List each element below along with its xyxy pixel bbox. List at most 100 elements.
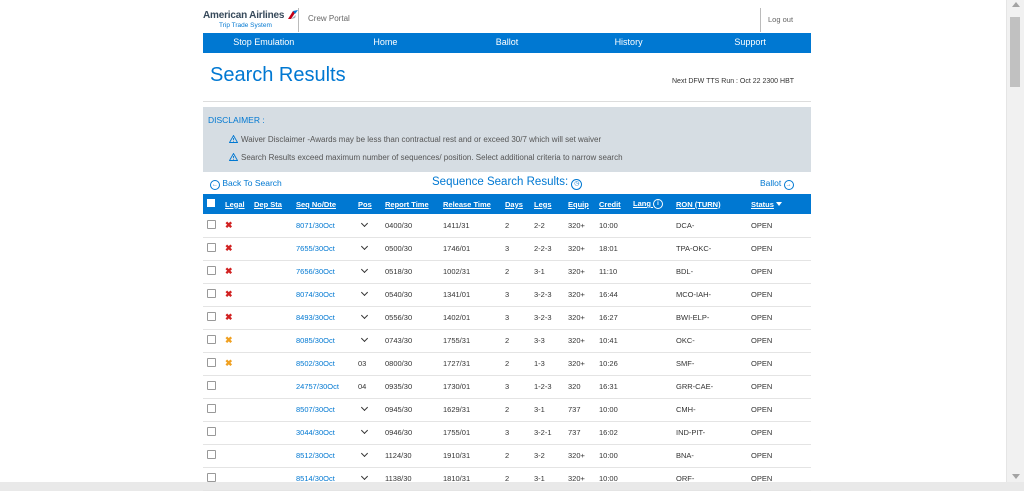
chevron-down-icon[interactable]	[360, 219, 369, 227]
warning-icon	[229, 135, 238, 143]
cell-seq[interactable]: 8085/30Oct	[294, 329, 356, 352]
cell-seq[interactable]: 8493/30Oct	[294, 306, 356, 329]
seq-link[interactable]: 7655/30Oct	[296, 244, 335, 253]
row-checkbox[interactable]	[207, 266, 216, 275]
cell-pos	[356, 467, 383, 490]
col-header-ron[interactable]: RON (TURN)	[674, 194, 749, 214]
cell-seq[interactable]: 8071/30Oct	[294, 214, 356, 237]
cell-equip: 737	[568, 405, 581, 414]
row-checkbox[interactable]	[207, 473, 216, 482]
col-header-status[interactable]: Status	[749, 194, 811, 214]
row-checkbox[interactable]	[207, 335, 216, 344]
cell-seq[interactable]: 3044/30Oct	[294, 421, 356, 444]
seq-link[interactable]: 8071/30Oct	[296, 221, 335, 230]
row-checkbox[interactable]	[207, 358, 216, 367]
cell-status: OPEN	[751, 405, 773, 414]
row-checkbox[interactable]	[207, 404, 216, 413]
col-header-report-time[interactable]: Report Time	[383, 194, 441, 214]
cell-pos	[356, 260, 383, 283]
cell-dep-sta	[252, 306, 294, 329]
col-header-pos[interactable]: Pos	[356, 194, 383, 214]
main-nav: Stop Emulation Home Ballot History Suppo…	[203, 33, 811, 53]
cell-seq[interactable]: 8502/30Oct	[294, 352, 356, 375]
row-checkbox[interactable]	[207, 219, 216, 229]
col-header-lang[interactable]: Lang i	[631, 194, 674, 214]
cell-credit: 18:01	[599, 244, 618, 253]
cell-status: OPEN	[751, 451, 773, 460]
row-checkbox[interactable]	[207, 427, 216, 436]
col-header-equip[interactable]: Equip	[566, 194, 597, 214]
cell-days: 2	[505, 267, 510, 276]
chevron-down-icon[interactable]	[360, 334, 369, 343]
chevron-down-icon[interactable]	[360, 403, 369, 412]
row-checkbox[interactable]	[207, 450, 216, 459]
cell-seq[interactable]: 8507/30Oct	[294, 398, 356, 421]
back-to-search-link[interactable]: ← Back To Search	[210, 178, 282, 190]
cell-credit: 10:00	[599, 451, 618, 460]
logout-link[interactable]: Log out	[768, 15, 793, 24]
cell-seq[interactable]: 8514/30Oct	[294, 467, 356, 490]
seq-link[interactable]: 7656/30Oct	[296, 267, 335, 276]
nav-ballot[interactable]: Ballot	[446, 33, 568, 53]
cell-seq[interactable]: 8074/30Oct	[294, 283, 356, 306]
cell-release: 1629/31	[443, 405, 471, 414]
seq-link[interactable]: 3044/30Oct	[296, 428, 335, 437]
row-checkbox[interactable]	[207, 289, 216, 298]
row-checkbox[interactable]	[207, 312, 216, 321]
col-header-legs[interactable]: Legs	[532, 194, 566, 214]
cell-seq[interactable]: 7656/30Oct	[294, 260, 356, 283]
nav-home[interactable]: Home	[325, 33, 447, 53]
ballot-link[interactable]: Ballot →	[760, 178, 794, 190]
cell-pos: 03	[356, 352, 383, 375]
seq-link[interactable]: 24757/30Oct	[296, 382, 339, 391]
cell-seq[interactable]: 24757/30Oct	[294, 375, 356, 398]
chevron-down-icon[interactable]	[360, 311, 369, 320]
cell-legs: 2-2-3	[534, 244, 552, 253]
row-checkbox[interactable]	[207, 243, 216, 252]
page-scrollbar[interactable]	[1006, 0, 1024, 482]
cell-seq[interactable]: 8512/30Oct	[294, 444, 356, 467]
scrollbar-thumb[interactable]	[1010, 17, 1020, 87]
nav-support[interactable]: Support	[689, 33, 811, 53]
col-header-legal[interactable]: Legal	[223, 194, 252, 214]
seq-link[interactable]: 8502/30Oct	[296, 359, 335, 368]
cell-lang	[631, 214, 674, 237]
cell-equip: 320+	[568, 267, 585, 276]
seq-link[interactable]: 8507/30Oct	[296, 405, 335, 414]
results-actions-bar: ← Back To Search Sequence Search Results…	[203, 176, 811, 192]
select-all-checkbox[interactable]	[207, 199, 215, 207]
american-airlines-logo[interactable]: American Airlines Trip Trade System	[203, 10, 298, 32]
waiver-x-icon: ✖	[225, 335, 233, 345]
table-row: ✖ 8493/30Oct 0556/30 1402/01 3 3-2-3 320+ 16:27…	[203, 306, 811, 329]
cell-status: OPEN	[751, 474, 773, 483]
chevron-down-icon[interactable]	[360, 265, 369, 274]
scroll-down-icon[interactable]	[1012, 474, 1020, 479]
chevron-down-icon[interactable]	[360, 426, 369, 435]
cell-equip: 737	[568, 428, 581, 437]
col-header-release-time[interactable]: Release Time	[441, 194, 503, 214]
info-icon[interactable]: i	[653, 199, 664, 209]
chevron-down-icon[interactable]	[360, 288, 369, 297]
cell-dep-sta	[252, 329, 294, 352]
illegal-x-icon: ✖	[225, 219, 233, 230]
chevron-down-icon[interactable]	[360, 449, 369, 458]
nav-stop-emulation[interactable]: Stop Emulation	[203, 33, 325, 53]
cell-seq[interactable]: 7655/30Oct	[294, 237, 356, 260]
chevron-down-icon[interactable]	[360, 472, 369, 481]
seq-link[interactable]: 8512/30Oct	[296, 451, 335, 460]
cell-status: OPEN	[751, 290, 773, 299]
cell-legs: 2-2	[534, 220, 545, 230]
col-header-days[interactable]: Days	[503, 194, 532, 214]
seq-link[interactable]: 8085/30Oct	[296, 336, 335, 345]
col-header-dep-sta[interactable]: Dep Sta	[252, 194, 294, 214]
row-checkbox[interactable]	[207, 381, 216, 390]
scroll-up-icon[interactable]	[1012, 2, 1020, 7]
col-header-credit[interactable]: Credit	[597, 194, 631, 214]
cell-ron: ORF-	[676, 474, 695, 483]
col-header-seq-no[interactable]: Seq No/Dte	[294, 194, 356, 214]
chevron-down-icon[interactable]	[360, 242, 369, 251]
seq-link[interactable]: 8074/30Oct	[296, 290, 335, 299]
clock-icon[interactable]: ◷	[571, 179, 583, 190]
nav-history[interactable]: History	[568, 33, 690, 53]
seq-link[interactable]: 8493/30Oct	[296, 313, 335, 322]
